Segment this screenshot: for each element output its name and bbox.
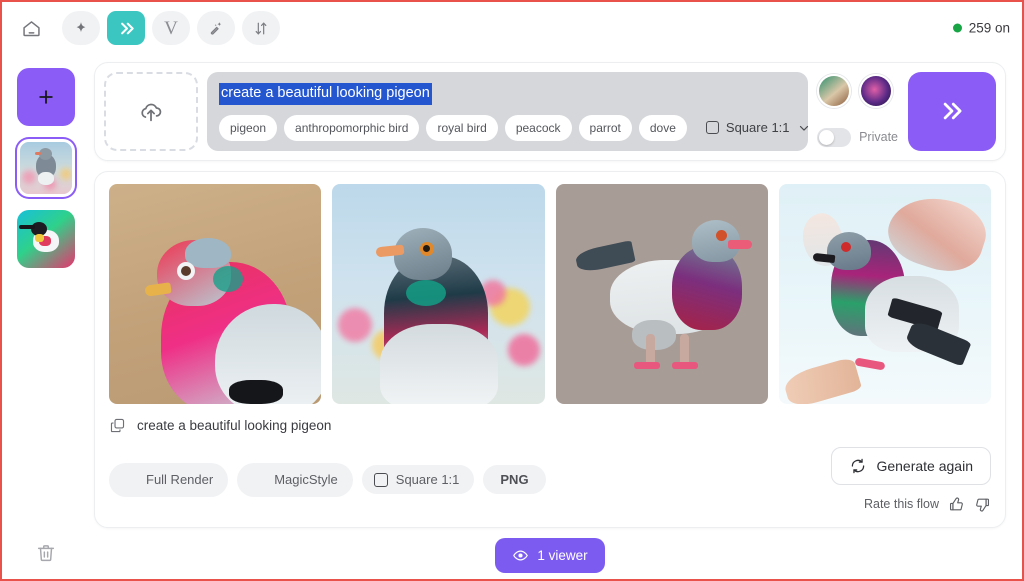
left-sidebar (2, 54, 90, 579)
generate-again-label: Generate again (876, 457, 973, 474)
rate-flow-row: Rate this flow (864, 496, 991, 513)
generate-button[interactable] (908, 72, 996, 151)
cloud-upload-icon (141, 103, 162, 122)
double-chevron-icon[interactable] (107, 11, 145, 45)
viewer-badge[interactable]: 1 viewer (495, 537, 605, 573)
rate-flow-label: Rate this flow (863, 497, 939, 512)
suggestion-chip-parrot[interactable]: parrot (578, 114, 632, 141)
result-image-4[interactable] (778, 183, 991, 404)
prompt-panel: create a beautiful looking pigeon pigeon… (94, 62, 1006, 161)
tag-format[interactable]: PNG (483, 465, 546, 495)
add-project-button[interactable] (17, 68, 75, 126)
avatar-magicstyle[interactable] (859, 74, 894, 108)
results-grid (109, 183, 991, 404)
project-thumbnail-bird (17, 210, 75, 268)
sidebar-item-project-1[interactable] (17, 139, 75, 197)
result-prompt-label: create a beautiful looking pigeon (137, 417, 332, 433)
sort-arrows-icon[interactable] (242, 11, 280, 45)
results-panel: create a beautiful looking pigeon Full R… (94, 170, 1006, 528)
private-label: Private (859, 130, 898, 145)
prompt-actions: Private (817, 72, 996, 151)
generate-again-button[interactable]: Generate again (831, 446, 991, 485)
tag-aspect-ratio-label: Square 1:1 (395, 472, 460, 488)
result-tags: Full Render MagicStyle Square 1:1 PNG (109, 462, 546, 497)
style-avatars (817, 74, 898, 108)
private-toggle[interactable] (817, 127, 852, 147)
suggestion-chip-pigeon[interactable]: pigeon (219, 114, 278, 141)
v-letter-glyph: V (164, 17, 178, 39)
tag-full-render[interactable]: Full Render (109, 462, 229, 497)
result-prompt-row: create a beautiful looking pigeon (109, 417, 991, 434)
v-letter-icon[interactable]: V (152, 11, 190, 45)
aspect-ratio-selector[interactable]: Square 1:1 (705, 120, 811, 136)
double-chevron-right-icon (943, 103, 962, 120)
avatar-full-render[interactable] (817, 74, 852, 108)
app-window: V 259 on create a beautiful looking pige… (0, 0, 1024, 581)
home-icon[interactable] (12, 11, 50, 45)
suggestion-chip-anthropomorphic-bird[interactable]: anthropomorphic bird (284, 114, 420, 141)
result-image-3[interactable] (555, 183, 768, 404)
result-meta-row: Full Render MagicStyle Square 1:1 PNG Ge… (109, 446, 991, 513)
project-thumbnail-pigeon (20, 142, 72, 194)
prompt-input[interactable]: create a beautiful looking pigeon (219, 83, 432, 105)
suggestion-chip-peacock[interactable]: peacock (504, 114, 572, 141)
suggestion-chip-dove[interactable]: dove (638, 114, 687, 141)
delete-button[interactable] (35, 542, 57, 569)
result-image-1[interactable] (109, 183, 322, 404)
refresh-icon (852, 458, 865, 473)
magic-wand-icon[interactable] (197, 11, 235, 45)
full-render-avatar (116, 469, 138, 491)
prompt-input-area[interactable]: create a beautiful looking pigeon pigeon… (207, 72, 809, 151)
app-body: create a beautiful looking pigeon pigeon… (2, 54, 1022, 579)
private-toggle-row[interactable]: Private (817, 127, 898, 147)
tag-magicstyle[interactable]: MagicStyle (237, 462, 353, 497)
suggestion-chip-royal-bird[interactable]: royal bird (426, 114, 498, 141)
square-icon (373, 472, 388, 487)
viewer-count-label: 1 viewer (537, 547, 588, 563)
eye-icon (513, 550, 529, 561)
tag-magicstyle-label: MagicStyle (274, 472, 338, 488)
copy-icon[interactable] (109, 417, 126, 434)
magicstyle-avatar (244, 469, 266, 491)
result-actions: Generate again Rate this flow (831, 446, 991, 513)
online-count-label: 259 on (968, 20, 1010, 36)
suggestion-chips: pigeon anthropomorphic bird royal bird p… (219, 114, 808, 141)
thumbs-down-icon[interactable] (974, 496, 991, 513)
sparkle-icon[interactable] (62, 11, 100, 45)
square-icon (705, 121, 719, 135)
top-toolbar: V 259 on (2, 2, 1022, 54)
footer-area: 1 viewer (94, 537, 1006, 573)
result-image-2[interactable] (332, 183, 545, 404)
thumbs-up-icon[interactable] (948, 496, 965, 513)
prompt-side-stack: Private (817, 72, 898, 151)
aspect-ratio-label: Square 1:1 (725, 120, 790, 136)
tag-aspect-ratio[interactable]: Square 1:1 (361, 465, 475, 495)
online-status: 259 on (952, 20, 1010, 36)
online-dot-icon (952, 23, 962, 33)
tag-full-render-label: Full Render (146, 472, 214, 488)
sidebar-item-project-2[interactable] (17, 210, 75, 268)
image-upload-dropzone[interactable] (104, 72, 198, 151)
chevron-down-icon (799, 125, 808, 131)
main-content: create a beautiful looking pigeon pigeon… (90, 54, 1022, 579)
